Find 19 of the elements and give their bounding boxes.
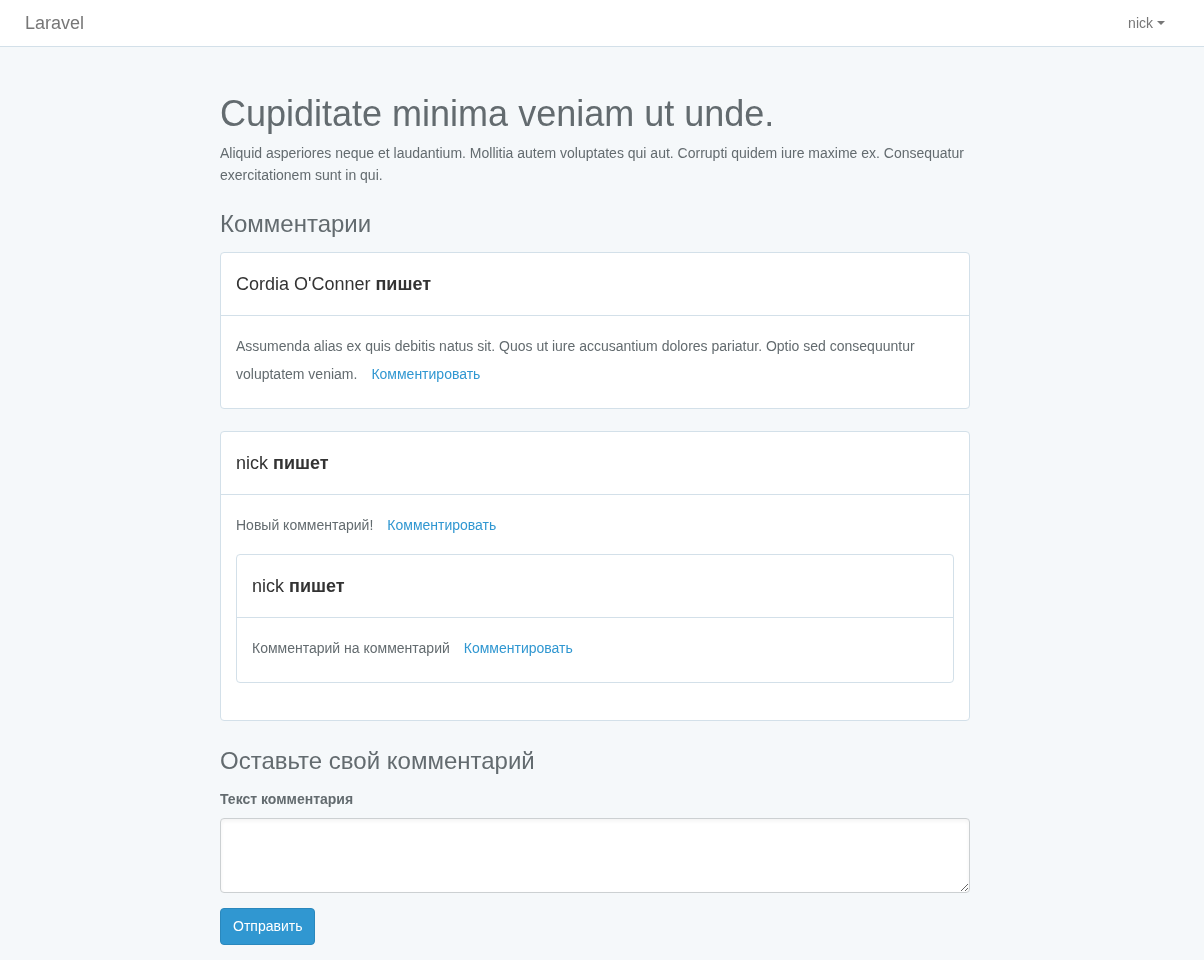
comment-author: nick пишет: [236, 451, 329, 475]
user-menu[interactable]: nick: [1128, 12, 1165, 34]
comment-text: Assumenda alias ex quis debitis natus sit. Quos ut iure accusantium dolores pariatur. Optio sed consequuntur voluptatem veniam. Комментировать: [236, 337, 916, 384]
form-heading: Оставьте свой комментарий: [220, 746, 536, 776]
comment-author: Cordia O'Conner пишет: [236, 272, 432, 296]
comments-heading: Комментарии: [220, 209, 373, 239]
caret-icon: [1157, 21, 1165, 25]
post-body: Aliquid asperiores neque et laudantium. Mollitia autem voluptates qui aut. Corrupti quidem iure maxime ex. Consequatur exercitationem sunt in qui.: [220, 144, 965, 185]
comment-text: Комментарий на комментарий Комментировать: [252, 639, 574, 658]
field-label: Текст комментария: [220, 790, 355, 809]
comment-text: Новый комментарий! Комментировать: [236, 516, 498, 535]
post-title: Cupiditate minima veniam ut unde.: [220, 92, 776, 136]
reply-link[interactable]: Комментировать: [463, 640, 573, 656]
comment-author: nick пишет: [252, 575, 345, 598]
brand-link[interactable]: Laravel: [25, 9, 85, 37]
reply-link[interactable]: Комментировать: [387, 517, 497, 533]
comment-field[interactable]: [220, 818, 970, 893]
reply-link[interactable]: Комментировать: [371, 366, 481, 382]
submit-button[interactable]: Отправить: [220, 908, 316, 945]
